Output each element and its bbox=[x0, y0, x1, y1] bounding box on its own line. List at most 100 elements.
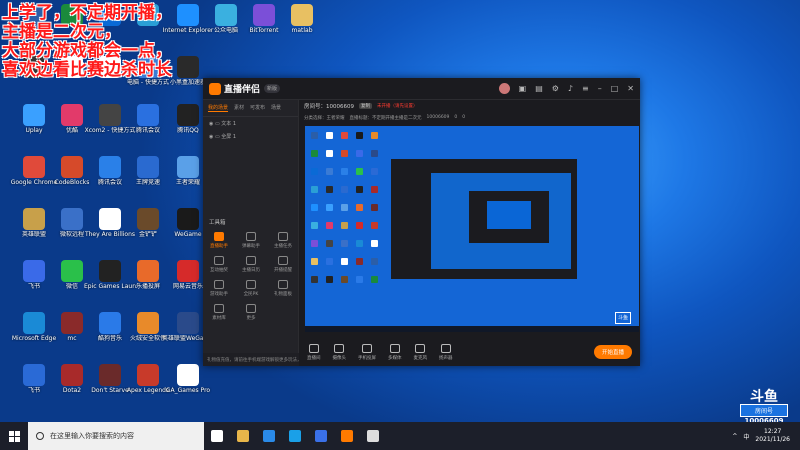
tool-item[interactable]: 主播任务 bbox=[267, 232, 299, 249]
app-icon bbox=[177, 56, 199, 78]
clock-date: 2021/11/26 bbox=[755, 436, 790, 443]
control-bar: 直播间 摄像头 手机投屏 多媒体 麦克风 扬声器 开始直播 bbox=[299, 340, 640, 364]
tool-item[interactable]: 全民PK bbox=[235, 280, 267, 297]
category-select[interactable]: 分类选择：王者荣耀 bbox=[304, 115, 345, 121]
task-view-icon bbox=[211, 430, 223, 442]
copy-room-button[interactable]: 复制 bbox=[359, 103, 372, 109]
tool-label: 主播日历 bbox=[242, 268, 260, 273]
taskbar-app-edge[interactable] bbox=[282, 422, 308, 450]
close-icon[interactable]: ✕ bbox=[627, 84, 634, 93]
room-label: 房间号 bbox=[740, 404, 788, 417]
app-icon bbox=[137, 104, 159, 126]
tab-publish[interactable]: 可发布 bbox=[250, 104, 265, 112]
tool-item[interactable]: 礼物面板 bbox=[267, 280, 299, 297]
tool-item[interactable]: 开播提醒 bbox=[267, 256, 299, 273]
app-icon bbox=[23, 104, 45, 126]
media-button[interactable]: 多媒体 bbox=[388, 343, 402, 361]
live-companion-window: 直播伴侣 新版 ▣ ▤ ⚙ ♪ ≡ – □ ✕ 我的场景 素材 可发布 场景 ◉… bbox=[203, 78, 640, 366]
tray-expand-icon[interactable]: ^ bbox=[732, 433, 737, 440]
app-icon bbox=[99, 364, 121, 386]
clock[interactable]: 12:27 2021/11/26 bbox=[755, 428, 790, 444]
overlay-line-2: 主播是二次元， bbox=[2, 22, 121, 42]
tab-material[interactable]: 素材 bbox=[234, 104, 244, 112]
taskbar-app-game[interactable] bbox=[360, 422, 386, 450]
microphone-button[interactable]: 麦克风 bbox=[414, 343, 427, 361]
app-icon bbox=[61, 104, 83, 126]
settings-icon[interactable]: ⚙ bbox=[552, 84, 559, 93]
phone-cast-button[interactable]: 手机投屏 bbox=[358, 343, 376, 361]
toolbox-title: 工具箱 bbox=[209, 220, 226, 226]
scene-item-fullscreen[interactable]: ◉ ▭ 全屏 1 bbox=[203, 130, 298, 143]
preview-mini-icon bbox=[311, 222, 318, 229]
app-icon bbox=[177, 312, 199, 334]
search-icon bbox=[36, 432, 44, 440]
tool-icon bbox=[214, 304, 224, 313]
live-status: 未开播（请先设置） bbox=[377, 104, 418, 109]
preview-mini-icon bbox=[326, 168, 333, 175]
start-live-button[interactable]: 开始直播 bbox=[593, 345, 632, 359]
taskbar-search[interactable]: 在这里输入你要搜索的内容 bbox=[28, 422, 204, 450]
game-icon bbox=[367, 430, 379, 442]
taskbar-app-task-view[interactable] bbox=[204, 422, 230, 450]
tool-item[interactable]: 主播日历 bbox=[235, 256, 267, 273]
desktop-icon-label: matlab bbox=[291, 27, 313, 34]
room-id: 10006609 bbox=[426, 115, 450, 120]
taskbar-app-store[interactable] bbox=[308, 422, 334, 450]
stream-title[interactable]: 直播标题：不定期开播主播是二次元 bbox=[350, 115, 422, 121]
app-title: 直播伴侣 bbox=[224, 85, 261, 95]
tool-label: 直播助手 bbox=[210, 244, 228, 249]
speaker-button[interactable]: 扬声器 bbox=[439, 343, 453, 361]
stream-preview[interactable]: 斗鱼 bbox=[305, 126, 639, 332]
preview-mini-icon bbox=[311, 240, 318, 247]
taskbar-apps bbox=[204, 422, 386, 450]
bottom-notice: 礼物值充值，请前往手机端游戏解锁更多玩法，感谢支持 bbox=[203, 353, 299, 366]
maximize-icon[interactable]: □ bbox=[611, 84, 619, 93]
notification-icon[interactable]: ♪ bbox=[568, 84, 573, 93]
app-icon bbox=[99, 260, 121, 282]
app-icon bbox=[23, 208, 45, 230]
tool-item[interactable]: 更多 bbox=[235, 304, 267, 321]
taskbar-app-mail[interactable] bbox=[256, 422, 282, 450]
tab-scene[interactable]: 场景 bbox=[271, 104, 281, 112]
app-icon bbox=[137, 312, 159, 334]
preview-mini-icon bbox=[356, 168, 363, 175]
scene-item-text[interactable]: ◉ ▭ 文本 1 bbox=[203, 117, 298, 130]
tool-label: 主播任务 bbox=[274, 244, 292, 249]
ime-indicator[interactable]: 中 bbox=[743, 432, 749, 441]
gift-icon[interactable]: ▣ bbox=[519, 84, 527, 93]
tool-item[interactable]: 互动抽奖 bbox=[203, 256, 235, 273]
system-tray: ^ 中 12:27 2021/11/26 bbox=[732, 428, 800, 444]
tool-item[interactable]: 游戏助手 bbox=[203, 280, 235, 297]
start-button[interactable] bbox=[0, 422, 28, 450]
avatar[interactable] bbox=[498, 83, 510, 94]
bag-icon[interactable]: ▤ bbox=[535, 84, 543, 93]
menu-icon[interactable]: ≡ bbox=[582, 84, 589, 93]
desktop-icon[interactable]: matlab bbox=[276, 4, 328, 48]
live-room-button[interactable]: 直播间 bbox=[307, 343, 321, 361]
app-icon bbox=[177, 260, 199, 282]
app-icon bbox=[23, 312, 45, 334]
tool-item[interactable]: 素材库 bbox=[203, 304, 235, 321]
tool-item[interactable]: 弹幕助手 bbox=[235, 232, 267, 249]
tool-icon bbox=[214, 232, 224, 241]
monitor-icon bbox=[308, 343, 319, 353]
scene-item-label: 文本 1 bbox=[221, 121, 237, 127]
minimize-icon[interactable]: – bbox=[598, 84, 602, 93]
app-icon bbox=[61, 364, 83, 386]
version-badge[interactable]: 新版 bbox=[264, 84, 281, 93]
taskbar-app-file-explorer[interactable] bbox=[230, 422, 256, 450]
preview-mini-icon bbox=[341, 276, 348, 283]
tool-item[interactable]: 直播助手 bbox=[203, 232, 235, 249]
play-icon bbox=[389, 343, 400, 353]
desktop-icon[interactable]: GA_Games Pro bbox=[162, 364, 214, 408]
camera-button[interactable]: 摄像头 bbox=[333, 343, 346, 361]
tab-my-scene[interactable]: 我的场景 bbox=[208, 104, 229, 112]
tool-icon bbox=[246, 232, 256, 241]
app-icon bbox=[177, 4, 199, 26]
tool-icon bbox=[246, 280, 256, 289]
preview-mini-icon bbox=[311, 276, 318, 283]
preview-mini-icon bbox=[356, 240, 363, 247]
taskbar-app-live-companion[interactable] bbox=[334, 422, 360, 450]
preview-mini-icon bbox=[311, 258, 318, 265]
app-icon bbox=[291, 4, 313, 26]
